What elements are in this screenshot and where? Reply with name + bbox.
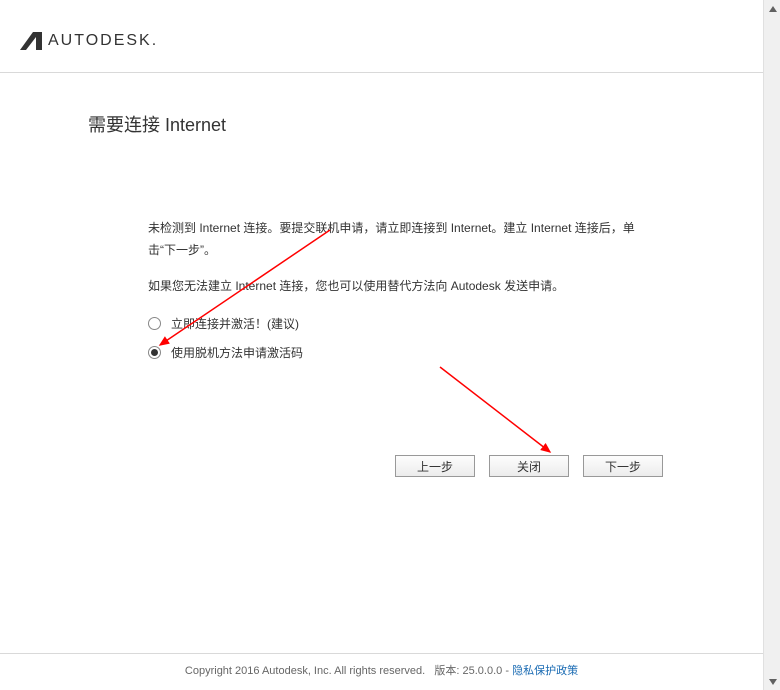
footer-copyright: Copyright 2016 Autodesk, Inc. All rights… (185, 665, 425, 677)
footer-sep: - (505, 665, 509, 677)
radio-label: 立即连接并激活！(建议) (171, 315, 299, 332)
header: AUTODESK. (0, 0, 763, 72)
back-button[interactable]: 上一步 (395, 455, 475, 477)
paragraph-2: 如果您无法建立 Internet 连接，您也可以使用替代方法向 Autodesk… (148, 275, 645, 297)
privacy-link[interactable]: 隐私保护政策 (512, 665, 578, 677)
footer: Copyright 2016 Autodesk, Inc. All rights… (0, 653, 763, 678)
radio-label: 使用脱机方法申请激活码 (171, 344, 303, 361)
close-button[interactable]: 关闭 (489, 455, 569, 477)
autodesk-logo: AUTODESK. (20, 32, 763, 50)
radio-indicator (148, 317, 161, 330)
footer-version: 25.0.0.0 (463, 665, 503, 677)
button-row: 上一步 关闭 下一步 (395, 455, 663, 477)
paragraph-1: 未检测到 Internet 连接。要提交联机申请，请立即连接到 Internet… (148, 217, 645, 261)
radio-offline-method[interactable]: 使用脱机方法申请激活码 (148, 344, 675, 361)
footer-divider (0, 653, 763, 654)
footer-version-label: 版本: (434, 665, 459, 677)
page-title: 需要连接 Internet (88, 111, 675, 137)
autodesk-logo-text: AUTODESK. (48, 32, 158, 50)
autodesk-logo-icon (20, 32, 42, 50)
radio-connect-now[interactable]: 立即连接并激活！(建议) (148, 315, 675, 332)
radio-group: 立即连接并激活！(建议) 使用脱机方法申请激活码 (148, 315, 675, 361)
annotation-arrow-2 (435, 362, 565, 462)
scroll-down-icon[interactable] (764, 673, 780, 690)
vertical-scrollbar[interactable] (763, 0, 780, 690)
radio-indicator (148, 346, 161, 359)
scroll-up-icon[interactable] (764, 0, 780, 17)
next-button[interactable]: 下一步 (583, 455, 663, 477)
main-content: 需要连接 Internet 未检测到 Internet 连接。要提交联机申请，请… (0, 73, 763, 361)
